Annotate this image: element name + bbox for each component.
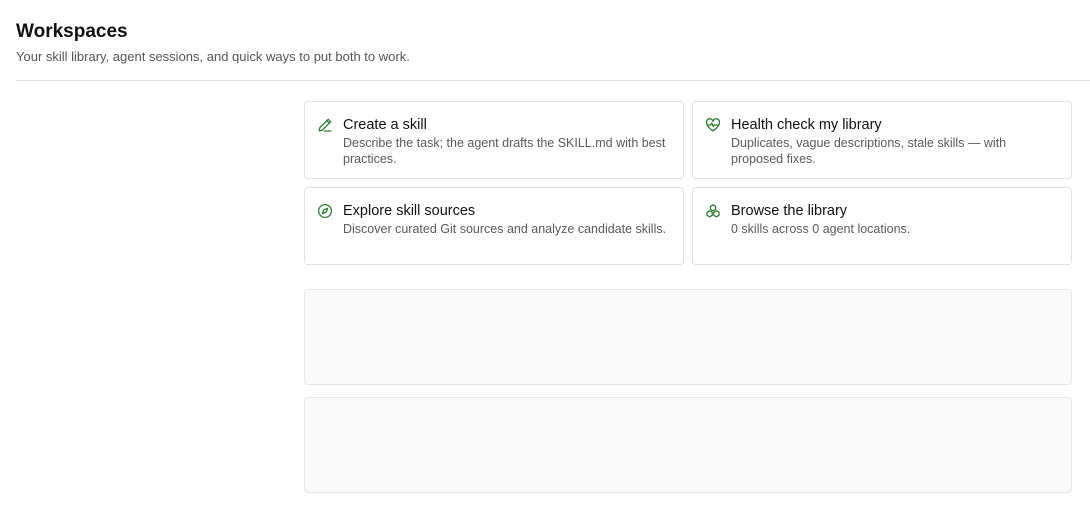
card-title: Create a skill [343, 117, 427, 133]
card-description: Duplicates, vague descriptions, stale sk… [731, 136, 1007, 166]
page-subtitle: Your skill library, agent sessions, and … [16, 49, 410, 64]
card-title: Explore skill sources [343, 203, 476, 219]
create-skill-card[interactable]: Create a skill Describe the task; the ag… [304, 101, 684, 179]
heart-pulse-icon [705, 117, 721, 133]
card-title: Health check my library [731, 117, 882, 133]
card-description: Discover curated Git sources and analyze… [343, 222, 667, 236]
page-header: Workspaces Your skill library, agent ses… [16, 20, 410, 65]
library-icon [705, 203, 721, 219]
compass-icon [317, 203, 333, 219]
card-title: Browse the library [731, 203, 848, 219]
browse-library-card[interactable]: Browse the library 0 skills across 0 age… [692, 187, 1072, 265]
card-description: 0 skills across 0 agent locations. [731, 222, 911, 236]
header-divider [16, 80, 1090, 81]
page-title: Workspaces [16, 21, 128, 42]
pencil-icon [317, 117, 333, 133]
placeholder-panel [304, 289, 1072, 385]
placeholder-panel [304, 397, 1072, 493]
card-description: Describe the task; the agent drafts the … [343, 136, 666, 166]
health-check-card[interactable]: Health check my library Duplicates, vagu… [692, 101, 1072, 179]
explore-sources-card[interactable]: Explore skill sources Discover curated G… [304, 187, 684, 265]
